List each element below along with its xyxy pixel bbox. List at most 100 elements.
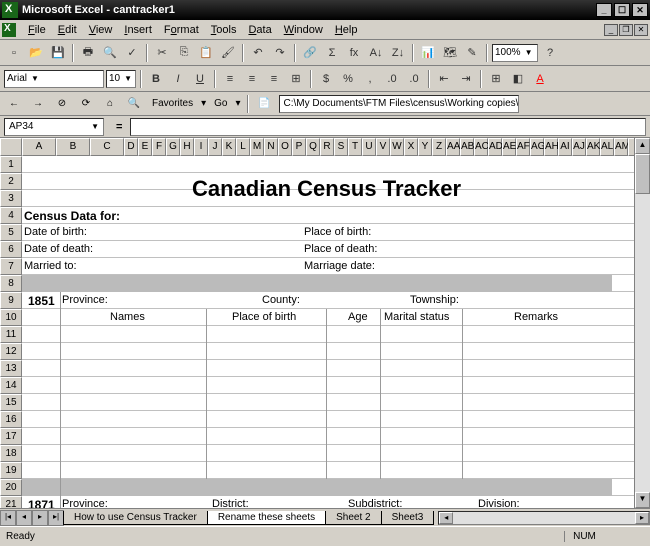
back-button[interactable]: ← <box>4 95 24 113</box>
col-header-H[interactable]: H <box>180 138 194 156</box>
col-header-AD[interactable]: AD <box>488 138 502 156</box>
workbook-icon[interactable] <box>2 23 16 37</box>
col-header-M[interactable]: M <box>250 138 264 156</box>
row-header-20[interactable]: 20 <box>0 479 22 496</box>
row-header-13[interactable]: 13 <box>0 360 22 377</box>
go-label[interactable]: Go <box>210 98 231 109</box>
col-header-AN[interactable]: AN <box>628 138 634 156</box>
menu-window[interactable]: Window <box>278 22 329 38</box>
stop-button[interactable]: ⊘ <box>52 95 72 113</box>
col-header-E[interactable]: E <box>138 138 152 156</box>
decrease-indent-button[interactable]: ⇤ <box>434 69 454 89</box>
menu-edit[interactable]: Edit <box>52 22 83 38</box>
increase-indent-button[interactable]: ⇥ <box>456 69 476 89</box>
print-preview-button[interactable]: 🔍 <box>100 43 120 63</box>
menu-insert[interactable]: Insert <box>118 22 158 38</box>
drawing-button[interactable]: ✎ <box>462 43 482 63</box>
print-button[interactable]: 🖶 <box>78 43 98 63</box>
tab-first-button[interactable]: |◂ <box>0 510 16 526</box>
col-header-AL[interactable]: AL <box>600 138 614 156</box>
col-header-U[interactable]: U <box>362 138 376 156</box>
favorites-label[interactable]: Favorites <box>148 98 197 109</box>
row-header-16[interactable]: 16 <box>0 411 22 428</box>
autosum-button[interactable]: Σ <box>322 43 342 63</box>
borders-button[interactable]: ⊞ <box>486 69 506 89</box>
function-button[interactable]: fx <box>344 43 364 63</box>
col-header-X[interactable]: X <box>404 138 418 156</box>
sort-desc-button[interactable]: Z↓ <box>388 43 408 63</box>
col-header-A[interactable]: A <box>22 138 56 156</box>
col-header-L[interactable]: L <box>236 138 250 156</box>
sheet-tab-2[interactable]: Sheet 2 <box>325 511 381 525</box>
row-header-2[interactable]: 2 <box>0 173 22 190</box>
address-input[interactable]: C:\My Documents\FTM Files\census\Working… <box>279 95 519 113</box>
col-header-D[interactable]: D <box>124 138 138 156</box>
col-header-P[interactable]: P <box>292 138 306 156</box>
paste-button[interactable]: 📋 <box>196 43 216 63</box>
align-left-button[interactable]: ≡ <box>220 69 240 89</box>
search-web-button[interactable]: 🔍 <box>124 95 144 113</box>
maximize-button[interactable]: ☐ <box>614 3 630 17</box>
col-header-B[interactable]: B <box>56 138 90 156</box>
redo-button[interactable]: ↷ <box>270 43 290 63</box>
col-header-AG[interactable]: AG <box>530 138 544 156</box>
col-header-Z[interactable]: Z <box>432 138 446 156</box>
col-header-AC[interactable]: AC <box>474 138 488 156</box>
decrease-decimal-button[interactable]: .0 <box>404 69 424 89</box>
col-header-W[interactable]: W <box>390 138 404 156</box>
sheet-tab-rename[interactable]: Rename these sheets <box>207 511 326 525</box>
col-header-F[interactable]: F <box>152 138 166 156</box>
col-header-Y[interactable]: Y <box>418 138 432 156</box>
row-header-3[interactable]: 3 <box>0 190 22 207</box>
equals-button[interactable]: = <box>108 121 130 133</box>
open-folder-icon[interactable]: 📄 <box>255 95 275 113</box>
row-header-18[interactable]: 18 <box>0 445 22 462</box>
forward-button[interactable]: → <box>28 95 48 113</box>
tab-prev-button[interactable]: ◂ <box>16 510 32 526</box>
copy-button[interactable]: ⎘ <box>174 43 194 63</box>
zoom-combo[interactable]: 100%▼ <box>492 44 538 62</box>
sort-asc-button[interactable]: A↓ <box>366 43 386 63</box>
col-header-AB[interactable]: AB <box>460 138 474 156</box>
row-header-10[interactable]: 10 <box>0 309 22 326</box>
menu-tools[interactable]: Tools <box>205 22 243 38</box>
scroll-left-button[interactable]: ◂ <box>439 512 453 524</box>
row-header-4[interactable]: 4 <box>0 207 22 224</box>
row-header-14[interactable]: 14 <box>0 377 22 394</box>
col-header-T[interactable]: T <box>348 138 362 156</box>
col-header-AI[interactable]: AI <box>558 138 572 156</box>
row-header-12[interactable]: 12 <box>0 343 22 360</box>
format-painter-button[interactable]: 🖌 <box>218 43 238 63</box>
bold-button[interactable]: B <box>146 69 166 89</box>
menu-data[interactable]: Data <box>242 22 277 38</box>
home-button[interactable]: ⌂ <box>100 95 120 113</box>
close-button[interactable]: ✕ <box>632 3 648 17</box>
help-button[interactable]: ? <box>540 43 560 63</box>
col-header-G[interactable]: G <box>166 138 180 156</box>
col-header-AJ[interactable]: AJ <box>572 138 586 156</box>
italic-button[interactable]: I <box>168 69 188 89</box>
col-header-J[interactable]: J <box>208 138 222 156</box>
scroll-thumb[interactable] <box>635 154 650 194</box>
hyperlink-button[interactable]: 🔗 <box>300 43 320 63</box>
menu-format[interactable]: Format <box>158 22 205 38</box>
col-header-AF[interactable]: AF <box>516 138 530 156</box>
row-header-8[interactable]: 8 <box>0 275 22 292</box>
col-header-AA[interactable]: AA <box>446 138 460 156</box>
tab-next-button[interactable]: ▸ <box>32 510 48 526</box>
comma-button[interactable]: , <box>360 69 380 89</box>
select-all-corner[interactable] <box>0 138 22 156</box>
mdi-close-button[interactable]: ✕ <box>634 24 648 36</box>
vertical-scrollbar[interactable]: ▲ ▼ <box>634 138 650 508</box>
col-header-AM[interactable]: AM <box>614 138 628 156</box>
currency-button[interactable]: $ <box>316 69 336 89</box>
underline-button[interactable]: U <box>190 69 210 89</box>
fill-color-button[interactable]: ◧ <box>508 69 528 89</box>
col-header-S[interactable]: S <box>334 138 348 156</box>
formula-input[interactable] <box>130 118 646 136</box>
font-color-button[interactable]: A <box>530 69 550 89</box>
scroll-up-button[interactable]: ▲ <box>635 138 650 154</box>
font-name-combo[interactable]: Arial▼ <box>4 70 104 88</box>
row-header-1[interactable]: 1 <box>0 156 22 173</box>
horizontal-scrollbar[interactable]: ◂ ▸ <box>438 511 650 525</box>
